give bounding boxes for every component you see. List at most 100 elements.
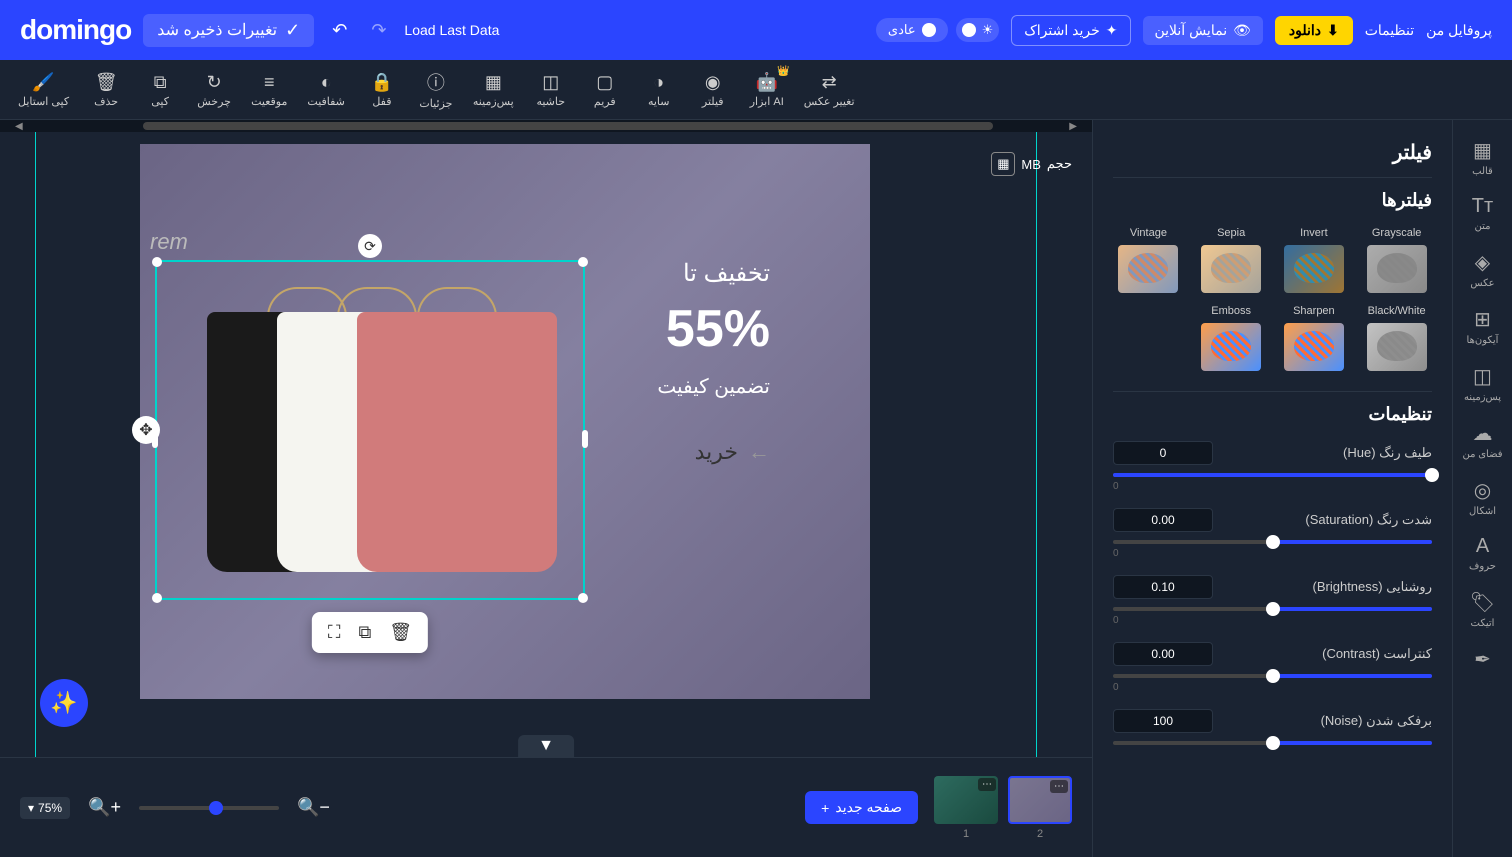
scroll-thumb[interactable] bbox=[143, 122, 993, 130]
tool-حاشیه[interactable]: ◫حاشیه bbox=[526, 68, 576, 112]
tool-icon: ≡ bbox=[264, 72, 275, 93]
zoom-thumb[interactable] bbox=[209, 801, 223, 815]
cta-text[interactable]: ← خرید bbox=[695, 439, 770, 465]
tool-قفل[interactable]: 🔒قفل bbox=[357, 68, 407, 112]
slider-thumb[interactable] bbox=[1266, 602, 1280, 616]
slider[interactable] bbox=[1113, 540, 1432, 544]
filter-sharpen[interactable]: Sharpen bbox=[1279, 305, 1350, 371]
filter-invert[interactable]: Invert bbox=[1279, 227, 1350, 293]
filter-sepia[interactable]: Sepia bbox=[1196, 227, 1267, 293]
tool-تغییر عکس[interactable]: ⇄تغییر عکس bbox=[796, 68, 863, 112]
undo-button[interactable]: ↶ bbox=[326, 14, 353, 47]
slider-thumb[interactable] bbox=[1266, 669, 1280, 683]
tool-موقعیت[interactable]: ≡موقعیت bbox=[243, 68, 295, 112]
slider[interactable] bbox=[1113, 607, 1432, 611]
preview-button[interactable]: نمایش آنلاین 👁 bbox=[1143, 16, 1263, 45]
slider-thumb[interactable] bbox=[1266, 736, 1280, 750]
collapse-tab[interactable]: ▼ bbox=[518, 735, 574, 757]
canvas-viewport[interactable]: حجم MB ▦ rem تخفیف تا 55% تضمین کیفیت ← … bbox=[0, 132, 1092, 757]
sidebar-icon: A bbox=[1476, 535, 1489, 558]
selected-image[interactable]: ⟳ ✥ ⛶ ⧉ 🗑 bbox=[155, 260, 585, 600]
discount-percent[interactable]: 55% bbox=[666, 299, 770, 359]
profile-link[interactable]: پروفایل من bbox=[1426, 22, 1492, 39]
size-badge: حجم MB ▦ bbox=[991, 152, 1072, 176]
setting-row: برفکی شدن (Noise) bbox=[1113, 709, 1432, 745]
load-last-button[interactable]: Load Last Data bbox=[404, 22, 499, 38]
tool-حذف[interactable]: 🗑حذف bbox=[81, 68, 131, 112]
sidebar-item-فضای من[interactable]: ☁فضای من bbox=[1453, 415, 1512, 466]
sidebar-item-قالب[interactable]: ▦قالب bbox=[1453, 132, 1512, 183]
tool-چرخش[interactable]: ↻چرخش bbox=[189, 68, 239, 112]
download-icon: ⬇ bbox=[1327, 22, 1339, 39]
page-thumbs: ⋯ 1 ⋯ 2 bbox=[934, 776, 1072, 840]
sidebar-item-متن[interactable]: Tᴛمتن bbox=[1453, 189, 1512, 238]
tool-سایه[interactable]: ◑سایه bbox=[634, 68, 684, 112]
setting-input[interactable] bbox=[1113, 575, 1213, 599]
page-thumb-1[interactable]: ⋯ bbox=[934, 776, 998, 824]
setting-input[interactable] bbox=[1113, 709, 1213, 733]
sidebar-item-اتیکت[interactable]: 🏷اتیکت bbox=[1453, 584, 1512, 635]
slider[interactable] bbox=[1113, 741, 1432, 745]
main: ◀ ▶ حجم MB ▦ rem تخفیف تا 55% تضمین کیفی… bbox=[0, 120, 1512, 857]
subscribe-button[interactable]: خرید اشتراک ✦ bbox=[1011, 15, 1130, 46]
redo-button[interactable]: ↷ bbox=[365, 14, 392, 47]
zoom-out-button[interactable]: 🔍− bbox=[291, 791, 336, 824]
settings-link[interactable]: تنظیمات bbox=[1365, 22, 1414, 39]
tool-icon: 🔒 bbox=[371, 72, 393, 93]
slider[interactable] bbox=[1113, 674, 1432, 678]
sidebar-item-عکس[interactable]: ◈عکس bbox=[1453, 244, 1512, 295]
zoom-dropdown[interactable]: ▾ 75% bbox=[20, 797, 70, 819]
tool-فیلتر[interactable]: ◉فیلتر bbox=[688, 68, 738, 112]
filter-grayscale[interactable]: Grayscale bbox=[1361, 227, 1432, 293]
copy-button[interactable]: ⧉ bbox=[358, 622, 371, 643]
watermark: rem bbox=[150, 229, 188, 255]
theme-toggle[interactable]: ☀ bbox=[956, 18, 1000, 42]
sidebar-item-حروف[interactable]: Aحروف bbox=[1453, 529, 1512, 578]
thumb-menu-icon[interactable]: ⋯ bbox=[1050, 780, 1068, 793]
thumb-menu-icon[interactable]: ⋯ bbox=[978, 778, 996, 791]
tool-فریم[interactable]: ▢فریم bbox=[580, 68, 630, 112]
filter-emboss[interactable]: Emboss bbox=[1196, 305, 1267, 371]
crop-button[interactable]: ⛶ bbox=[328, 622, 341, 643]
sidebar-item-[interactable]: ✒ bbox=[1453, 641, 1512, 681]
setting-input[interactable] bbox=[1113, 441, 1213, 465]
slider-thumb[interactable] bbox=[1425, 468, 1439, 482]
delete-button[interactable]: 🗑 bbox=[389, 622, 412, 643]
zoom-in-button[interactable]: 🔍+ bbox=[82, 791, 127, 824]
setting-input[interactable] bbox=[1113, 508, 1213, 532]
magic-fab[interactable]: ✨ bbox=[40, 679, 88, 727]
tool-پس‌زمینه[interactable]: ▦پس‌زمینه bbox=[465, 68, 522, 112]
sidebar-item-اشکال[interactable]: ◎اشکال bbox=[1453, 472, 1512, 523]
check-icon: ✓ bbox=[285, 20, 300, 41]
tool-شفافیت[interactable]: ◐شفافیت bbox=[299, 68, 353, 112]
setting-label: کنتراست (Contrast) bbox=[1322, 646, 1432, 662]
filter-thumb bbox=[1367, 323, 1427, 371]
tool-جزئیات[interactable]: ⓘجزئیات bbox=[411, 65, 461, 114]
scroll-left-icon[interactable]: ◀ bbox=[15, 121, 23, 132]
tool-کپی[interactable]: ⧉کپی bbox=[135, 68, 185, 112]
tool-icon: ◫ bbox=[542, 72, 559, 93]
download-button[interactable]: دانلود ⬇ bbox=[1275, 16, 1353, 45]
mode-toggle[interactable]: عادی bbox=[876, 18, 948, 42]
size-icon[interactable]: ▦ bbox=[991, 152, 1015, 176]
filter-vintage[interactable]: Vintage bbox=[1113, 227, 1184, 293]
filter-black/white[interactable]: Black/White bbox=[1361, 305, 1432, 371]
page-thumb-2[interactable]: ⋯ bbox=[1008, 776, 1072, 824]
new-page-button[interactable]: + صفحه جدید bbox=[805, 791, 918, 824]
panel-title: فیلتر bbox=[1113, 140, 1432, 165]
sidebar-icon: ◎ bbox=[1474, 478, 1491, 503]
tool-icon: ⓘ bbox=[427, 69, 445, 95]
zoom-slider[interactable] bbox=[139, 806, 279, 810]
setting-input[interactable] bbox=[1113, 642, 1213, 666]
horizontal-scrollbar[interactable]: ◀ ▶ bbox=[0, 120, 1092, 132]
sidebar-item-آیکون‌ها[interactable]: ⊞آیکون‌ها bbox=[1453, 301, 1512, 352]
slider-thumb[interactable] bbox=[1266, 535, 1280, 549]
quality-text[interactable]: تضمین کیفیت bbox=[657, 374, 770, 399]
tool-ابزار AI[interactable]: 👑🤖ابزار AI bbox=[742, 68, 792, 112]
tool-کپی استایل[interactable]: 🖌️کپی استایل bbox=[10, 68, 77, 112]
rotate-handle[interactable]: ⟳ bbox=[358, 234, 382, 258]
discount-label[interactable]: تخفیف تا bbox=[683, 259, 770, 288]
slider[interactable] bbox=[1113, 473, 1432, 477]
scroll-right-icon[interactable]: ▶ bbox=[1069, 121, 1077, 132]
sidebar-item-پس‌زمینه[interactable]: ◫پس‌زمینه bbox=[1453, 358, 1512, 409]
